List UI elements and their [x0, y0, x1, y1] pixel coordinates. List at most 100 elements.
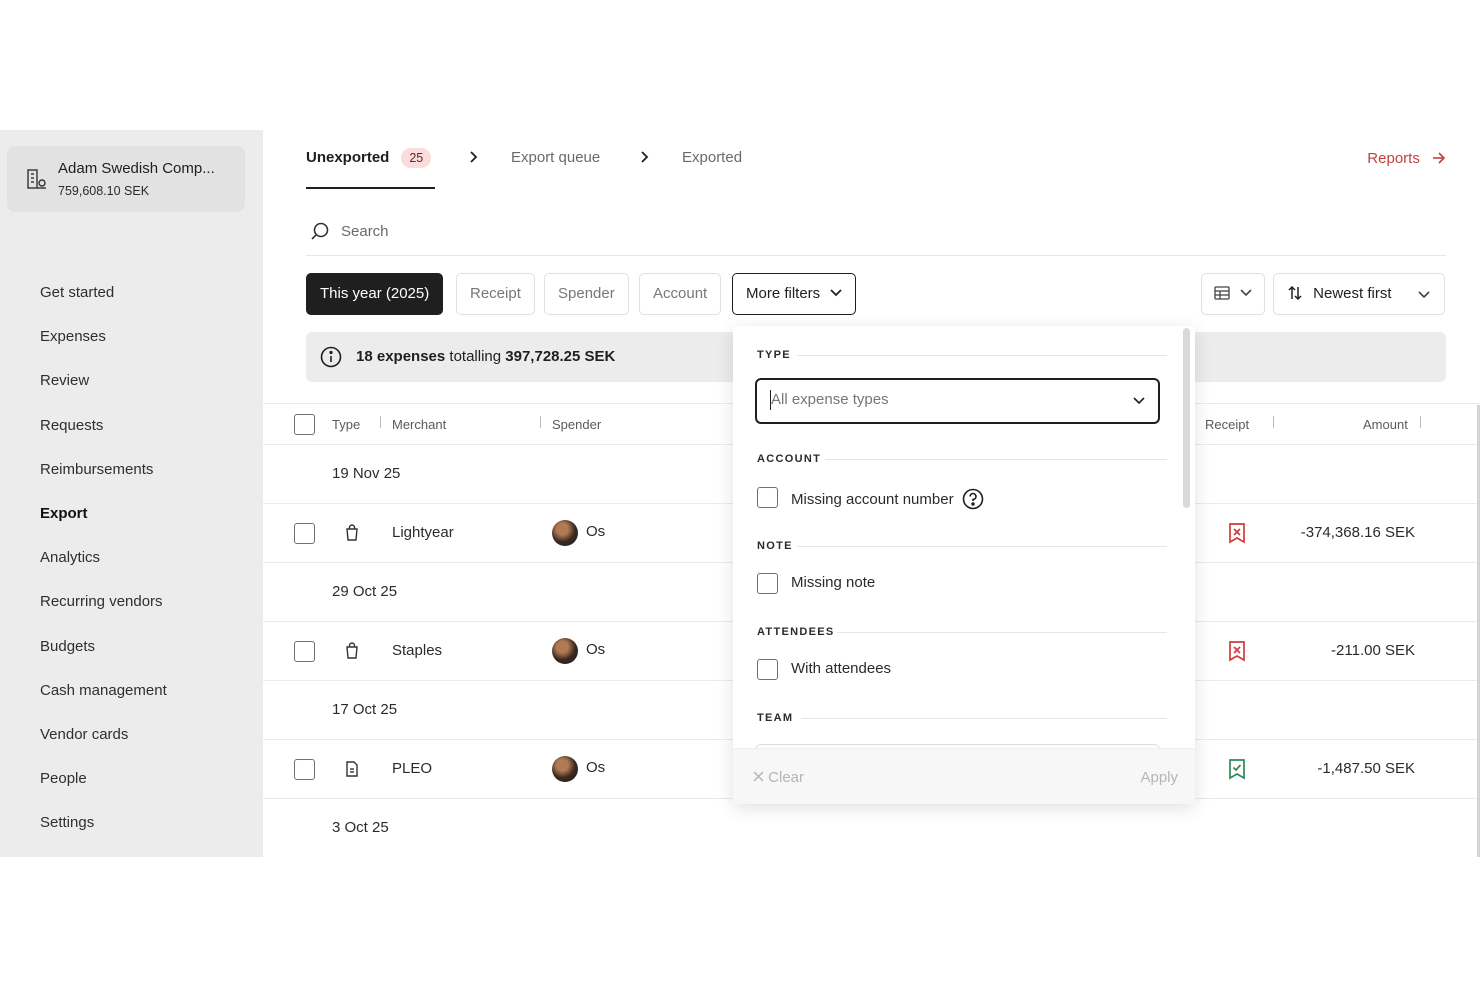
- row-checkbox[interactable]: [294, 641, 315, 662]
- column-divider: [1273, 416, 1274, 428]
- tab-unexported-label: Unexported: [306, 149, 390, 166]
- receipt-missing-icon[interactable]: [1227, 522, 1247, 544]
- section-type-title: TYPE: [757, 349, 791, 361]
- panel-footer: Clear Apply: [733, 748, 1195, 804]
- more-filters-label: More filters: [746, 285, 821, 302]
- filters-scroll-area: TYPE All expense types ACCOUNT Missing a…: [733, 326, 1181, 748]
- help-icon[interactable]: [962, 488, 984, 510]
- summary-totalling: totalling: [449, 348, 502, 365]
- sidebar-nav: Get started Expenses Review Requests Rei…: [40, 283, 167, 857]
- search-bar[interactable]: Search: [306, 216, 1446, 256]
- spender-name: Os: [586, 641, 606, 658]
- expense-amount: -1,487.50 SEK: [1317, 760, 1415, 777]
- summary-amount: 397,728.25 SEK: [505, 348, 616, 365]
- search-input[interactable]: Search: [341, 223, 389, 240]
- missing-account-label: Missing account number: [791, 488, 984, 510]
- nav-budgets[interactable]: Budgets: [40, 637, 167, 681]
- nav-expenses[interactable]: Expenses: [40, 327, 167, 371]
- chevron-right-icon: [641, 151, 649, 163]
- receipt-missing-icon[interactable]: [1227, 640, 1247, 662]
- company-switcher[interactable]: Adam Swedish Comp... 759,608.10 SEK: [7, 146, 245, 212]
- nav-people[interactable]: People: [40, 769, 167, 813]
- nav-recurring-vendors[interactable]: Recurring vendors: [40, 592, 167, 636]
- purchase-type-icon: [346, 524, 358, 541]
- expense-type-placeholder: All expense types: [771, 391, 889, 408]
- avatar: [552, 756, 578, 782]
- sidebar: Adam Swedish Comp... 759,608.10 SEK Get …: [0, 130, 263, 857]
- select-all-checkbox[interactable]: [294, 414, 315, 435]
- nav-settings[interactable]: Settings: [40, 813, 167, 857]
- column-divider: [1420, 416, 1421, 428]
- chevron-down-icon: [830, 289, 842, 297]
- arrow-right-icon: [1433, 152, 1446, 164]
- chevron-down-icon: [1133, 397, 1145, 405]
- missing-note-label: Missing note: [791, 574, 876, 591]
- merchant-name: Staples: [392, 642, 443, 659]
- chevron-down-icon: [1418, 291, 1430, 299]
- search-icon: [311, 222, 329, 240]
- active-tab-underline: [306, 187, 435, 189]
- date-label: 19 Nov 25: [332, 465, 401, 482]
- divider: [801, 718, 1167, 719]
- filter-spender[interactable]: Spender: [544, 273, 629, 315]
- row-checkbox[interactable]: [294, 523, 315, 544]
- date-label: 3 Oct 25: [332, 819, 389, 836]
- sort-label: Newest first: [1313, 285, 1392, 302]
- company-name: Adam Swedish Comp...: [58, 160, 215, 177]
- chevron-down-icon: [1240, 289, 1252, 297]
- panel-scrollbar[interactable]: [1183, 328, 1190, 508]
- table-view-icon: [1214, 286, 1230, 300]
- divider: [825, 459, 1167, 460]
- chevron-right-icon: [470, 151, 478, 163]
- merchant-name: PLEO: [392, 760, 433, 777]
- col-amount[interactable]: Amount: [1363, 417, 1408, 432]
- info-icon: [320, 346, 342, 368]
- expense-type-select[interactable]: All expense types: [755, 378, 1160, 424]
- with-attendees-checkbox[interactable]: [757, 659, 778, 680]
- view-toggle-button[interactable]: [1201, 273, 1265, 315]
- section-note-title: NOTE: [757, 540, 793, 552]
- filter-receipt[interactable]: Receipt: [456, 273, 535, 315]
- nav-analytics[interactable]: Analytics: [40, 548, 167, 592]
- more-filters-panel: TYPE All expense types ACCOUNT Missing a…: [733, 326, 1195, 804]
- reports-link[interactable]: Reports: [1367, 150, 1446, 167]
- col-spender[interactable]: Spender: [552, 417, 601, 432]
- sort-dropdown[interactable]: Newest first: [1273, 273, 1445, 315]
- tab-export-queue[interactable]: Export queue: [511, 149, 600, 166]
- spender-name: Os: [586, 759, 606, 776]
- col-merchant[interactable]: Merchant: [392, 417, 446, 432]
- date-group-row: 3 Oct 25: [263, 799, 1480, 857]
- col-receipt[interactable]: Receipt: [1205, 417, 1249, 432]
- missing-note-checkbox[interactable]: [757, 573, 778, 594]
- section-account-title: ACCOUNT: [757, 453, 822, 465]
- nav-vendor-cards[interactable]: Vendor cards: [40, 725, 167, 769]
- expense-amount: -374,368.16 SEK: [1300, 524, 1415, 541]
- filter-account[interactable]: Account: [639, 273, 722, 315]
- nav-review[interactable]: Review: [40, 371, 167, 415]
- sort-icon: [1288, 285, 1302, 301]
- with-attendees-label: With attendees: [791, 660, 892, 677]
- company-balance: 759,608.10 SEK: [58, 184, 150, 198]
- nav-requests[interactable]: Requests: [40, 416, 167, 460]
- receipt-attached-icon[interactable]: [1227, 758, 1247, 780]
- more-filters-button[interactable]: More filters: [732, 273, 857, 315]
- nav-cash-management[interactable]: Cash management: [40, 681, 167, 725]
- unexported-count-badge: 25: [401, 148, 432, 168]
- nav-export[interactable]: Export: [40, 504, 167, 548]
- summary-count: 18 expenses: [356, 348, 446, 365]
- tab-unexported[interactable]: Unexported 25: [306, 148, 432, 168]
- date-label: 29 Oct 25: [332, 583, 398, 600]
- missing-account-checkbox[interactable]: [757, 487, 778, 508]
- col-type[interactable]: Type: [332, 417, 360, 432]
- summary-text: 18 expenses totalling 397,728.25 SEK: [356, 348, 615, 365]
- nav-reimbursements[interactable]: Reimbursements: [40, 460, 167, 504]
- nav-get-started[interactable]: Get started: [40, 283, 167, 327]
- building-icon: [27, 169, 46, 189]
- clear-button[interactable]: Clear: [753, 769, 804, 786]
- tab-exported[interactable]: Exported: [682, 149, 742, 166]
- row-checkbox[interactable]: [294, 759, 315, 780]
- divider: [837, 632, 1167, 633]
- apply-button[interactable]: Apply: [1140, 769, 1178, 786]
- filter-this-year[interactable]: This year (2025): [306, 273, 444, 315]
- divider: [797, 355, 1167, 356]
